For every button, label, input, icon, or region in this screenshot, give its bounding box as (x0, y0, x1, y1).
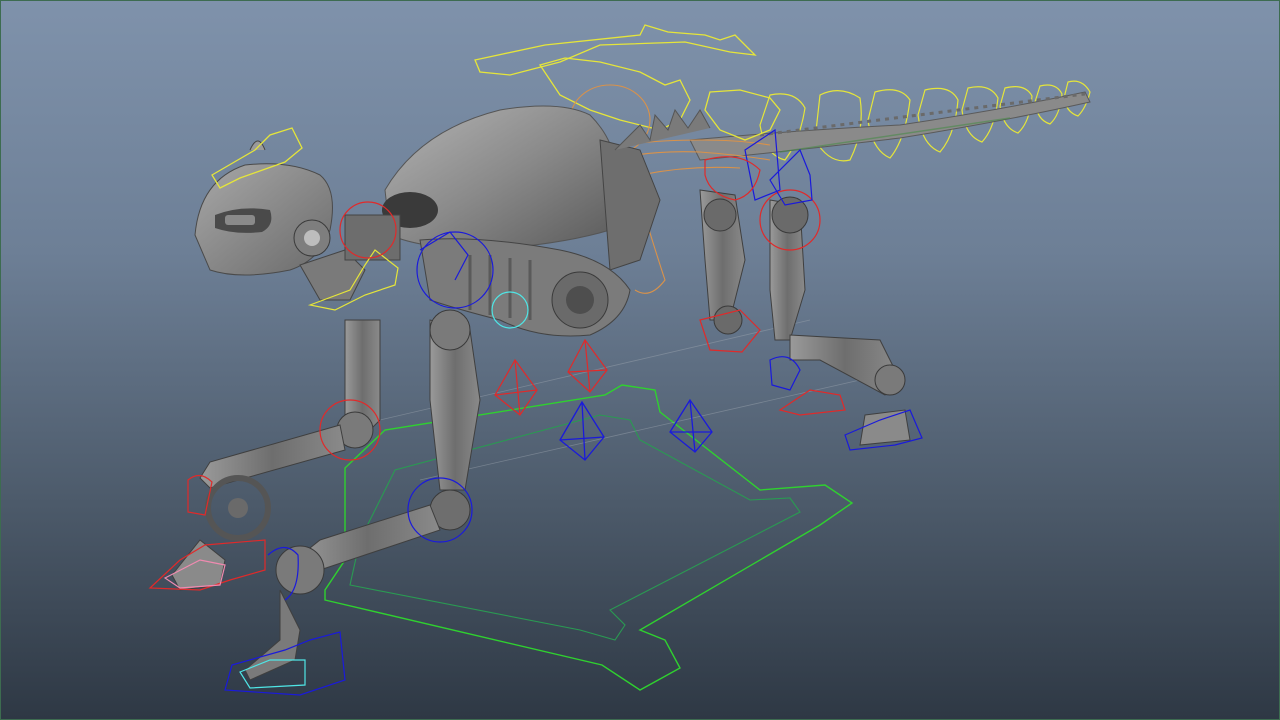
3d-viewport[interactable] (0, 0, 1280, 720)
ik-pole-vectors-blue[interactable] (559, 398, 713, 461)
hind-right-leg-mesh (699, 189, 746, 335)
scene-canvas[interactable] (0, 0, 1280, 720)
head-mesh (194, 140, 333, 276)
tail-mesh (689, 91, 1091, 161)
hind-left-leg-mesh (769, 196, 911, 446)
